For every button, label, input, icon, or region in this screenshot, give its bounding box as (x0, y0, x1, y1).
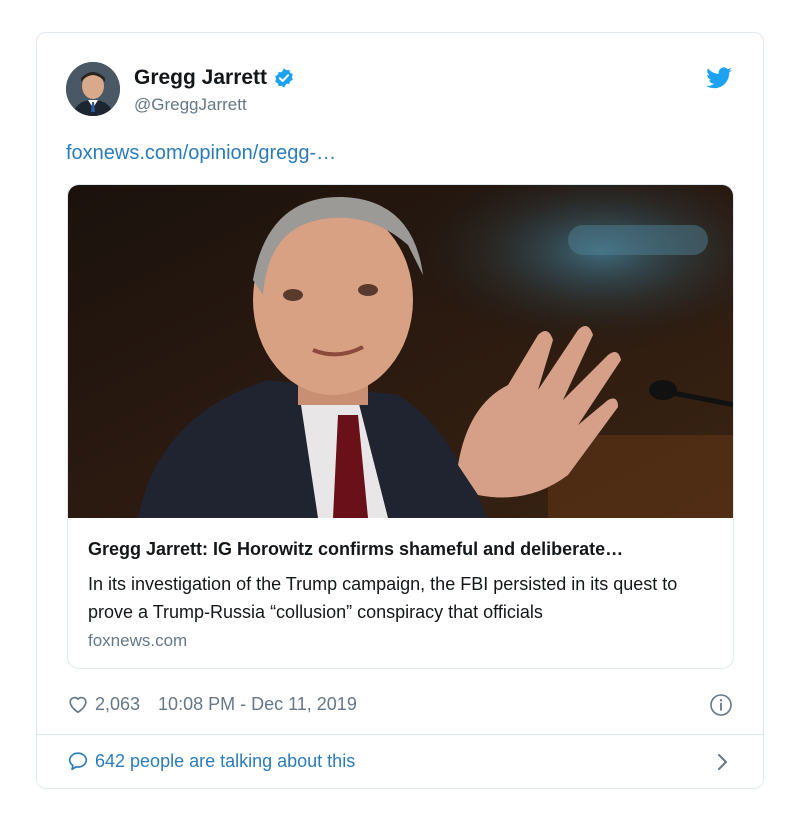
link-preview-card[interactable]: Gregg Jarrett: IG Horowitz confirms sham… (67, 184, 734, 669)
speech-bubble-icon (67, 750, 89, 772)
twitter-bird-icon[interactable] (705, 64, 733, 92)
tweet-link[interactable]: foxnews.com/opinion/gregg-… (66, 142, 336, 165)
heart-icon[interactable] (67, 693, 89, 715)
author-name-row: Gregg Jarrett (134, 66, 295, 90)
chevron-right-icon[interactable] (715, 751, 731, 773)
divider (37, 734, 763, 735)
talking-count-label[interactable]: 642 people are talking about this (95, 751, 355, 772)
preview-domain: foxnews.com (88, 631, 188, 650)
conversation-link[interactable]: 642 people are talking about this (67, 750, 355, 772)
author-name[interactable]: Gregg Jarrett (134, 66, 267, 90)
tweet-embed-card: Gregg Jarrett @GreggJarrett foxnews.com/… (36, 32, 764, 789)
tweet-timestamp[interactable]: 10:08 PM - Dec 11, 2019 (158, 694, 357, 715)
like-count[interactable]: 2,063 (95, 694, 140, 715)
author-avatar[interactable] (66, 62, 120, 116)
verified-check-icon (273, 67, 295, 89)
preview-image (68, 185, 733, 518)
author-handle[interactable]: @GreggJarrett (134, 95, 247, 115)
info-icon[interactable] (709, 693, 733, 717)
preview-description: In its investigation of the Trump campai… (88, 574, 678, 622)
preview-title: Gregg Jarrett: IG Horowitz confirms sham… (88, 539, 624, 559)
tweet-meta-row: 2,063 10:08 PM - Dec 11, 2019 (67, 693, 357, 715)
